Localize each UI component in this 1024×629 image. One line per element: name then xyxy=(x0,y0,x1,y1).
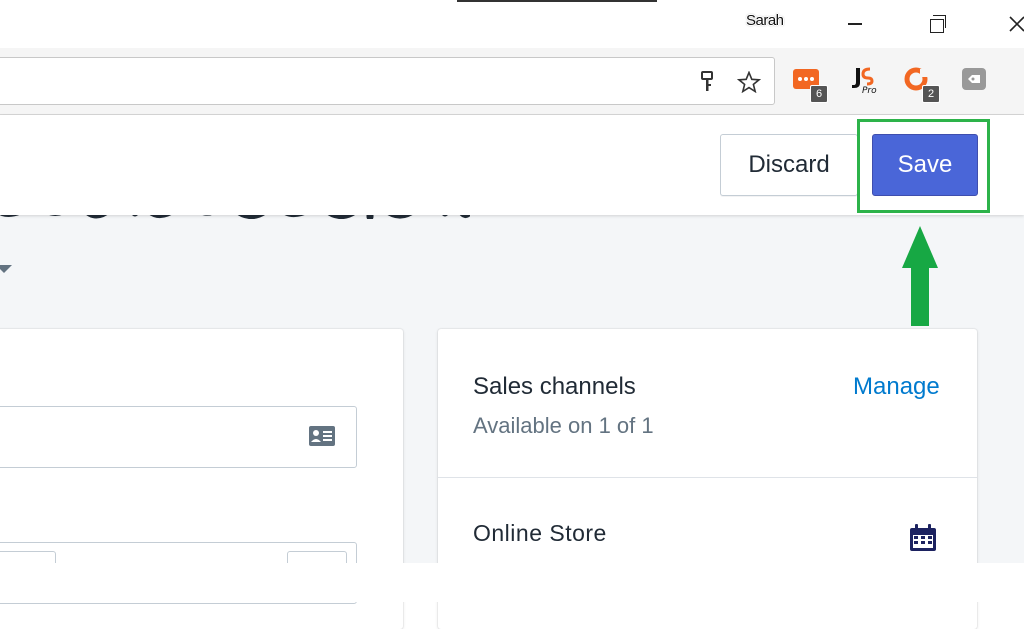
calendar-icon[interactable] xyxy=(908,523,938,553)
manage-link[interactable]: Manage xyxy=(853,373,940,401)
sales-channels-title: Sales channels xyxy=(473,373,636,400)
profile-name[interactable]: Sarah xyxy=(746,12,784,29)
dots-extension-icon[interactable]: 6 xyxy=(792,65,828,103)
extension-badge: 2 xyxy=(922,85,940,103)
screenshot-border xyxy=(0,563,1024,602)
contact-card-icon xyxy=(308,425,336,452)
text-field[interactable] xyxy=(0,406,357,468)
js-pro-extension-icon[interactable]: Pro xyxy=(848,65,878,96)
extension-badge: 6 xyxy=(810,85,828,103)
annotation-arrow-shaft xyxy=(911,266,929,326)
minimize-icon[interactable] xyxy=(838,8,872,40)
svg-text:Pro: Pro xyxy=(862,86,877,95)
key-icon[interactable] xyxy=(695,71,719,93)
browser-toolbar: 6 Pro 2 xyxy=(0,48,1024,115)
discard-button[interactable]: Discard xyxy=(720,134,858,196)
admin-page: Discard Save Sales channels Manage Avail… xyxy=(0,115,1024,629)
tag-extension-icon[interactable] xyxy=(960,65,990,95)
divider xyxy=(438,477,977,478)
annotation-arrow-head xyxy=(902,226,938,268)
chevron-down-icon[interactable] xyxy=(0,265,12,273)
address-bar[interactable] xyxy=(0,57,775,105)
window-titlebar: Sarah xyxy=(0,0,1024,48)
tab-indicator xyxy=(457,0,657,2)
close-icon[interactable] xyxy=(1000,8,1024,40)
availability-text: Available on 1 of 1 xyxy=(473,413,654,438)
star-icon[interactable] xyxy=(737,71,761,93)
ocean-extension-icon[interactable]: 2 xyxy=(904,65,940,103)
save-highlight-box xyxy=(857,119,990,213)
restore-icon[interactable] xyxy=(920,8,954,40)
channel-name: Online Store xyxy=(473,520,607,546)
